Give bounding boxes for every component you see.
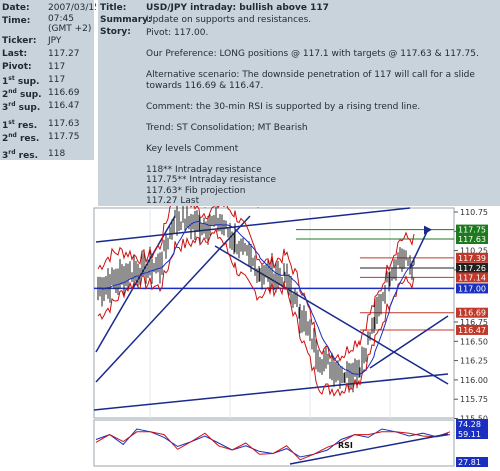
level-label: 117.75 [458, 226, 486, 235]
info-row: 3rd sup. 116.47 [0, 98, 94, 116]
title-label: Title: [100, 3, 127, 13]
info-label: Ticker: [2, 36, 37, 46]
level-label: 117.14 [458, 273, 486, 282]
rsi-label: RSI [338, 441, 353, 450]
key-level-line: 118** Intraday resistance [146, 164, 262, 175]
axis-tick-label: 116.00 [460, 376, 488, 385]
info-row: 2nd res. 117.75 [0, 129, 94, 147]
info-value: 117.63 [48, 119, 80, 129]
key-level-line: 117.63* Fib projection [146, 185, 246, 196]
info-value: 07:45 (GMT +2) [48, 14, 92, 34]
info-row: Time: 07:45 (GMT +2) [0, 13, 94, 34]
info-value: 2007/03/15 [48, 3, 100, 13]
info-value: 116.69 [48, 88, 80, 98]
info-label: Pivot: [2, 62, 32, 72]
chart-area: 110.75110.50110.25110.00116.75116.50116.… [0, 186, 500, 468]
info-value: 117.27 [48, 49, 80, 59]
level-label: 117.39 [458, 254, 486, 263]
info-label: 2nd res. [2, 132, 40, 144]
info-value: 117 [48, 75, 66, 85]
level-label: 117.26 [458, 264, 486, 273]
key-level-line: 117.27 Last [146, 196, 200, 206]
info-label: Time: [2, 16, 31, 26]
story-paragraph: Key levels Comment [146, 143, 239, 154]
info-row: 3rd res. 118 [0, 146, 94, 164]
story-paragraph: Our Preference: LONG positions @ 117.1 w… [146, 49, 479, 59]
level-label: 117.63 [458, 235, 486, 244]
info-value: 117 [48, 62, 66, 72]
axis-tick-label: 115.75 [460, 395, 488, 404]
info-label: Date: [2, 3, 30, 13]
rsi-level-label: 27.81 [458, 458, 481, 467]
axis-tick-label: 116.25 [460, 357, 488, 366]
article-panel: Title: USD/JPY intraday: bullish above 1… [98, 0, 500, 238]
info-value: JPY [48, 36, 62, 46]
axis-tick-label: 110.75 [460, 208, 488, 217]
info-value: 116.47 [48, 101, 80, 111]
story-paragraph: Alternative scenario: The downside penet… [146, 70, 475, 91]
story-paragraph: Comment: the 30-min RSI is supported by … [146, 101, 421, 112]
story-label: Story: [100, 27, 131, 37]
story-paragraph: Pivot: 117.00. [146, 28, 209, 38]
rsi-level-label: 74.28 [458, 420, 481, 429]
summary-label: Summary: [100, 15, 152, 25]
info-label: 3rd res. [2, 149, 38, 161]
level-label: 116.47 [458, 326, 486, 335]
info-label: 3rd sup. [2, 101, 41, 113]
level-label: 117.00 [458, 284, 486, 293]
price-chart: 110.75110.50110.25110.00116.75116.50116.… [93, 186, 488, 467]
info-label: Last: [2, 49, 28, 59]
info-value: 117.75 [48, 132, 80, 142]
axis-tick-label: 116.50 [460, 337, 488, 346]
rsi-level-label: 59.11 [458, 430, 481, 439]
level-label: 116.69 [458, 309, 486, 318]
instrument-info-panel: Date: 2007/03/15 Time: 07:45 (GMT +2) Ticker… [0, 0, 100, 161]
article-summary: Update on supports and resistances. [146, 15, 312, 25]
article-title: USD/JPY intraday: bullish above 117 [146, 3, 329, 13]
story-paragraph: Trend: ST Consolidation; MT Bearish [146, 122, 308, 133]
info-value: 118 [48, 149, 66, 159]
key-level-line: 117.75** Intraday resistance [146, 175, 277, 185]
